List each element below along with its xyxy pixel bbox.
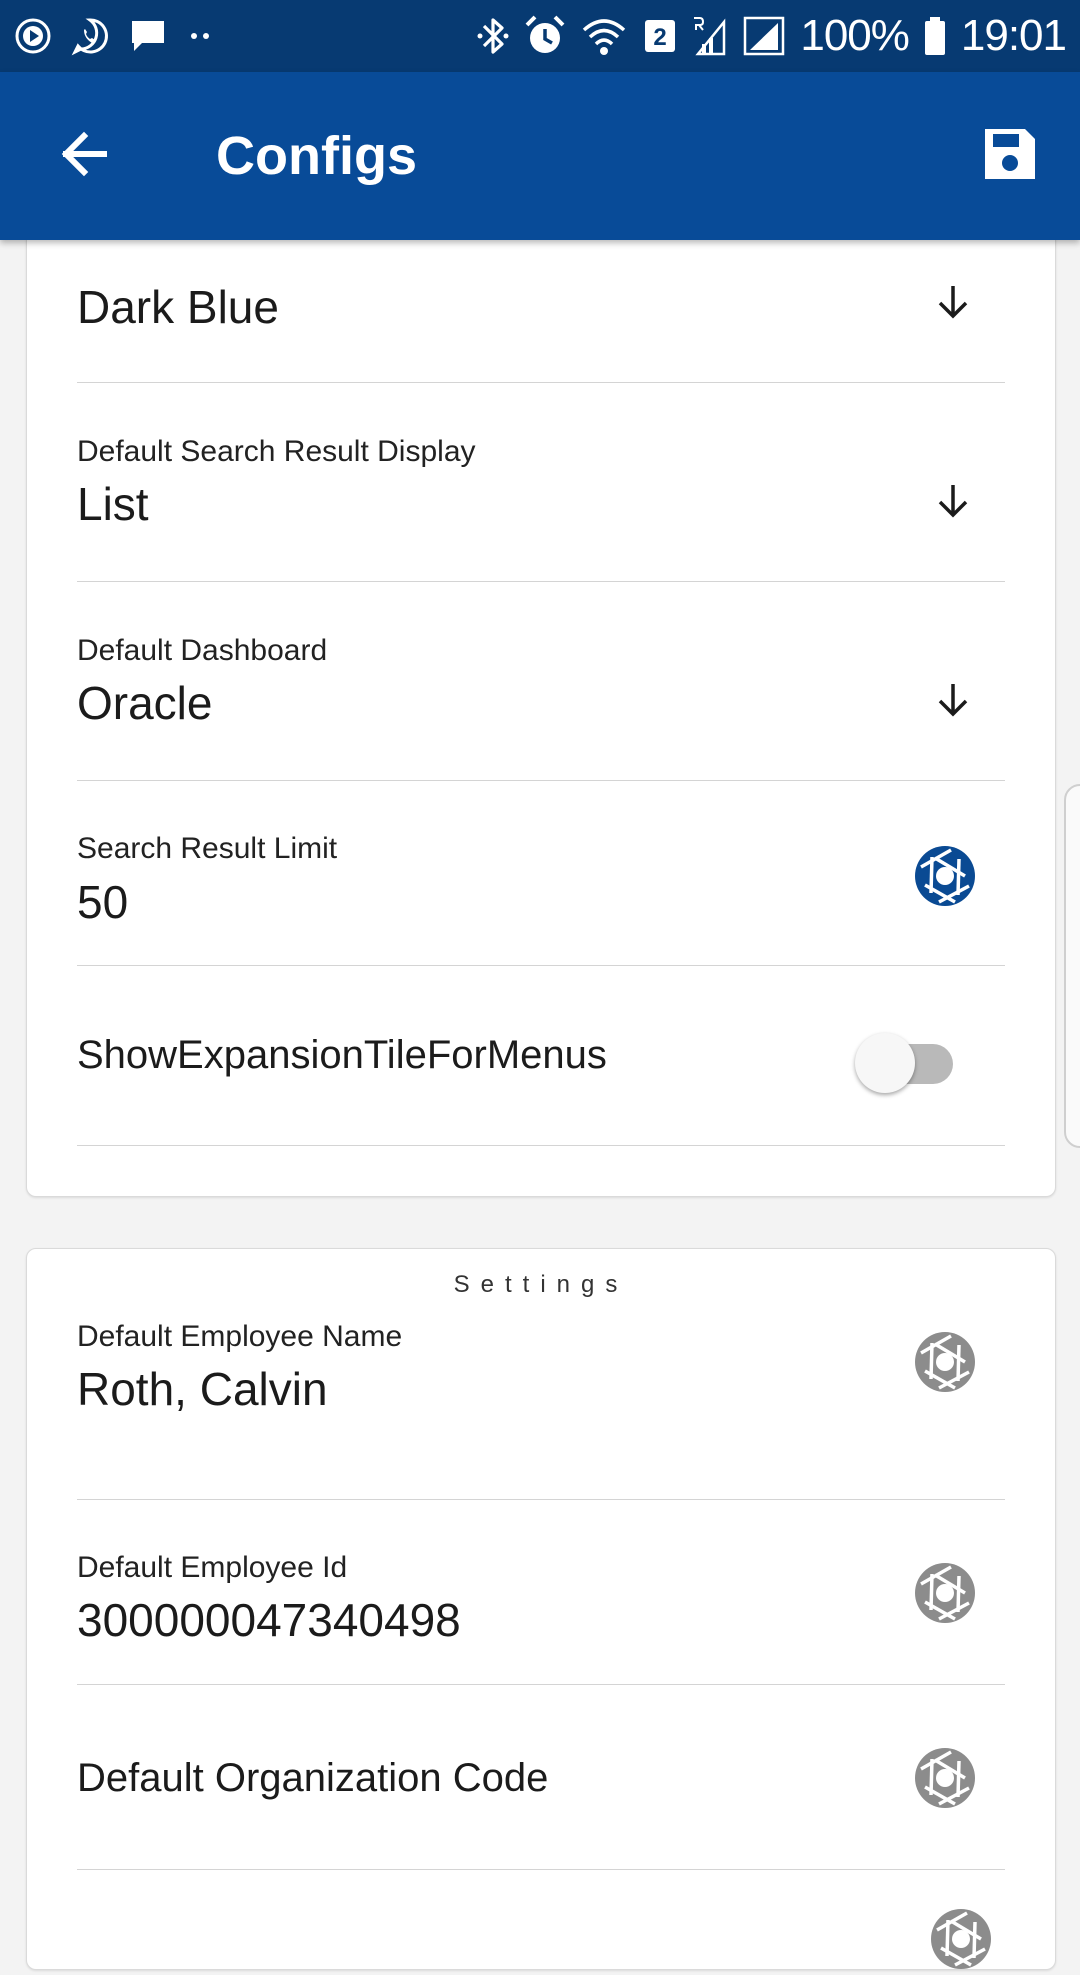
field-label: Default Employee Id [77, 1551, 348, 1584]
arrow-down-icon [935, 282, 971, 327]
default-dashboard-dropdown-button[interactable] [929, 678, 977, 726]
status-bar: 2 100% 19:01 [0, 0, 1080, 72]
default-employee-name-action-button[interactable] [913, 1331, 977, 1398]
field-label: Default Search Result Display [77, 435, 476, 468]
search-result-limit-action-button[interactable] [913, 845, 977, 912]
status-bar-notifications [14, 14, 216, 58]
next-row-action-button[interactable] [929, 1908, 993, 1975]
default-employee-id-value: 300000047340498 [77, 1594, 461, 1646]
theme-color-select[interactable]: Dark Blue [77, 230, 1005, 383]
aperture-icon [914, 845, 976, 912]
theme-color-dropdown-button[interactable] [929, 280, 977, 328]
field-label: Default Dashboard [77, 634, 328, 667]
field-label: Search Result Limit [77, 832, 338, 865]
play-circle-icon [14, 17, 52, 55]
show-expansion-tile-row: ShowExpansionTileForMenus [77, 965, 1005, 1146]
default-employee-name-field[interactable]: Default Employee Name Roth, Calvin [77, 1314, 1005, 1500]
field-label: Default Employee Name [77, 1320, 403, 1353]
arrow-down-icon [935, 481, 971, 526]
settings-section-title: Settings [453, 1271, 629, 1298]
default-employee-id-action-button[interactable] [913, 1562, 977, 1629]
default-dashboard-select[interactable]: Default Dashboard Oracle [77, 581, 1005, 781]
default-organization-code-action-button[interactable] [913, 1747, 977, 1814]
aperture-icon [914, 1562, 976, 1629]
battery-icon [923, 14, 947, 58]
default-organization-code-field[interactable]: Default Organization Code [77, 1684, 1005, 1870]
status-bar-system: 2 100% 19:01 [476, 10, 1067, 62]
signal-icon [742, 14, 786, 58]
default-search-result-display-dropdown-button[interactable] [929, 479, 977, 527]
save-icon [981, 125, 1039, 188]
toggle-thumb [855, 1033, 915, 1093]
edge-panel-handle[interactable] [1064, 784, 1080, 1148]
aperture-icon [930, 1908, 992, 1975]
aperture-icon [914, 1747, 976, 1814]
default-employee-id-field[interactable]: Default Employee Id 300000047340498 [77, 1499, 1005, 1685]
sim-slot-icon: 2 [642, 14, 678, 58]
wifi-icon [580, 14, 628, 58]
message-icon [128, 16, 168, 56]
preferences-card: Dark Blue Default Search Result Display … [26, 230, 1056, 1197]
more-notifications-icon [186, 16, 216, 56]
aperture-icon [914, 1331, 976, 1398]
search-result-limit-field[interactable]: Search Result Limit 50 [77, 780, 1005, 966]
clock: 19:01 [960, 11, 1067, 60]
show-expansion-tile-label: ShowExpansionTileForMenus [77, 1033, 607, 1077]
default-employee-name-value: Roth, Calvin [77, 1363, 328, 1415]
alarm-icon [524, 14, 566, 58]
back-button[interactable] [52, 124, 116, 188]
app-bar: Configs [0, 72, 1080, 240]
default-dashboard-value: Oracle [77, 677, 213, 729]
page-title: Configs [216, 126, 417, 186]
arrow-down-icon [935, 680, 971, 725]
save-button[interactable] [978, 124, 1042, 188]
bluetooth-icon [476, 14, 510, 58]
theme-color-value: Dark Blue [77, 281, 279, 333]
whatsapp-icon [70, 16, 110, 56]
settings-card: Settings Default Employee Name Roth, Cal… [26, 1248, 1056, 1970]
battery-percent: 100% [800, 11, 910, 60]
roaming-signal-icon [692, 14, 728, 58]
arrow-back-icon [56, 126, 112, 187]
sim-slot-number: 2 [654, 24, 667, 51]
default-search-result-display-select[interactable]: Default Search Result Display List [77, 382, 1005, 582]
show-expansion-tile-toggle[interactable] [855, 1027, 965, 1093]
default-search-result-display-value: List [77, 478, 149, 530]
default-organization-code-label: Default Organization Code [77, 1756, 549, 1800]
search-result-limit-value: 50 [77, 876, 129, 928]
